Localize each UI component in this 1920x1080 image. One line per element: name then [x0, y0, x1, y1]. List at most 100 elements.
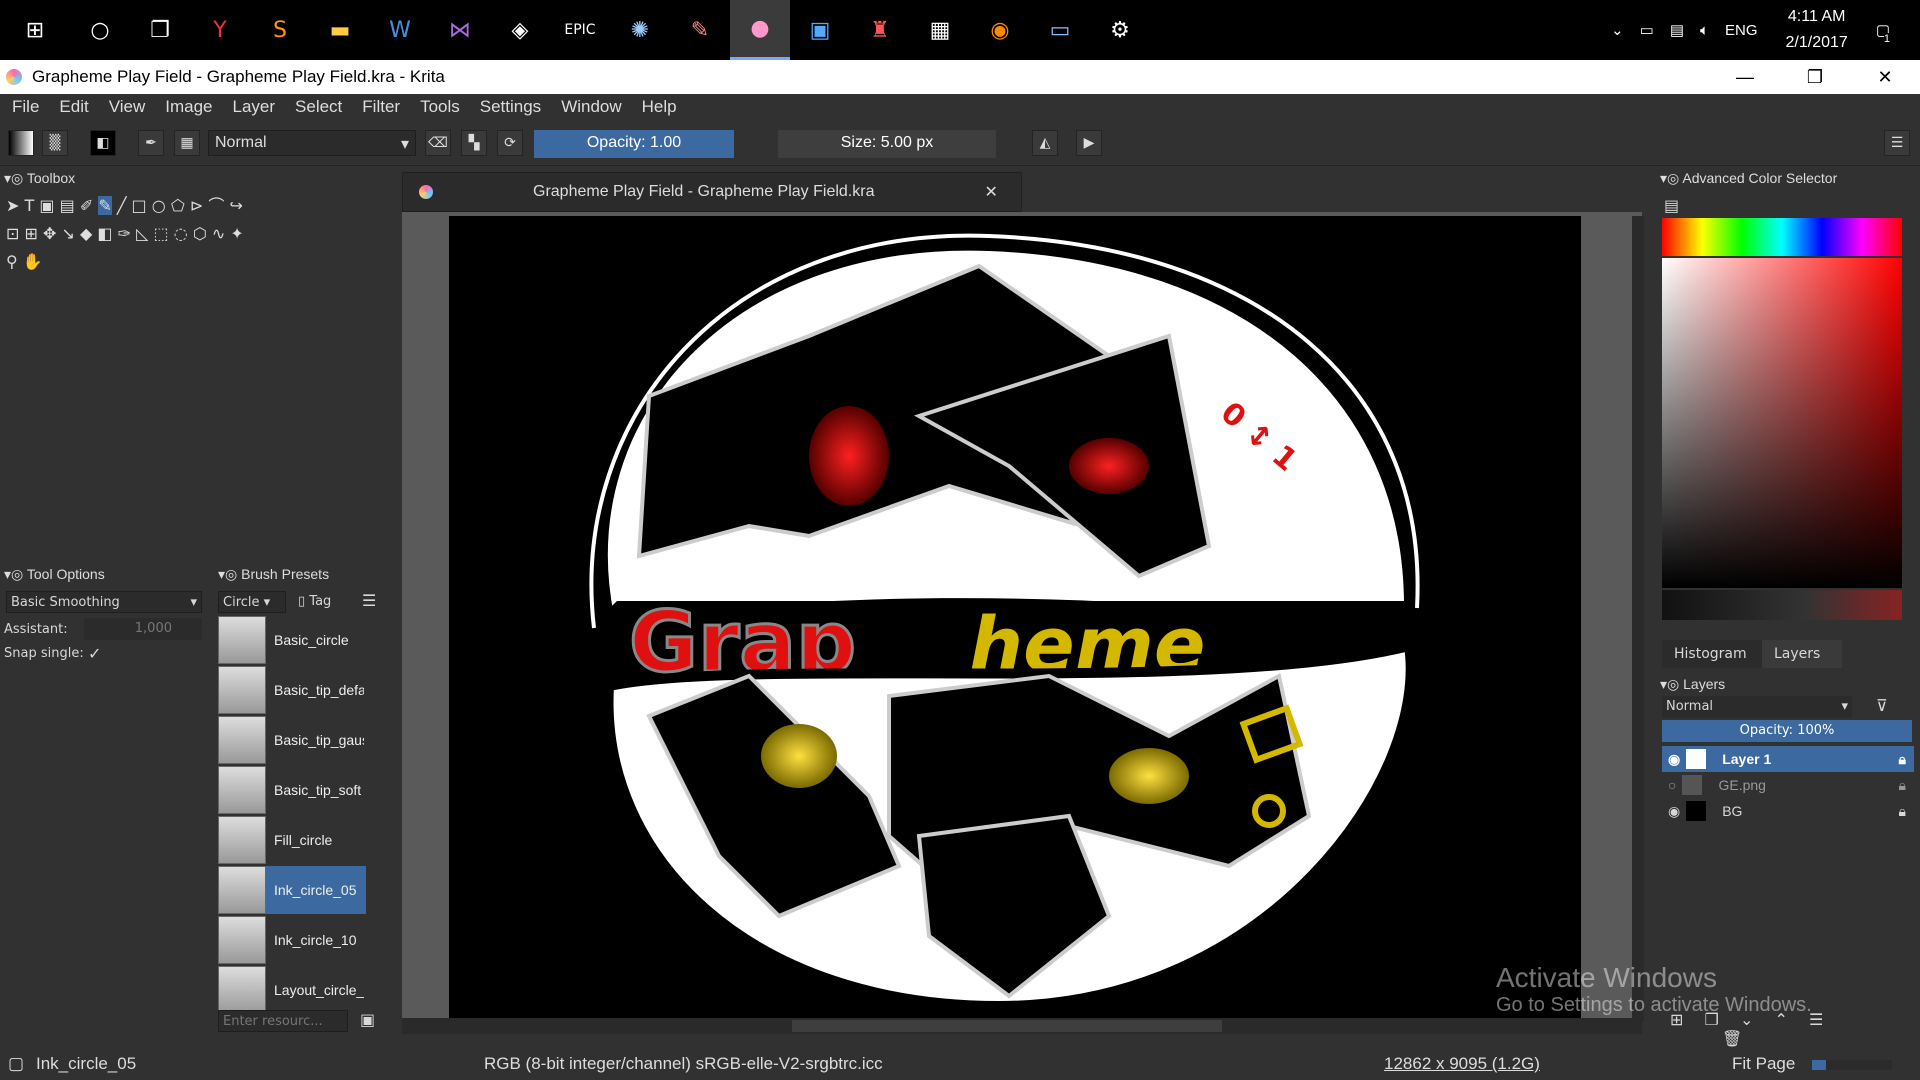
chevron-up-icon[interactable]: ⌄: [1611, 21, 1624, 39]
brush-options-icon[interactable]: ☰: [362, 591, 376, 610]
visual-studio-icon[interactable]: ⋈: [430, 0, 490, 60]
eye-icon[interactable]: ◉: [1668, 751, 1680, 768]
assistant-tool-icon[interactable]: ◺: [136, 224, 148, 243]
fill-tool-icon[interactable]: ◆: [80, 224, 92, 243]
transform-tool-icon[interactable]: ⊞: [25, 224, 38, 243]
yandex-icon[interactable]: Y: [190, 0, 250, 60]
pycharm-icon[interactable]: ✺: [610, 0, 670, 60]
eraser-icon[interactable]: ⌫: [425, 130, 451, 156]
minimize-button[interactable]: —: [1710, 60, 1780, 94]
pattern-tool-icon[interactable]: ▤: [60, 196, 75, 215]
zoom-slider[interactable]: [1812, 1060, 1892, 1070]
drawing-canvas[interactable]: 0 ↕ 1 Grap heme: [449, 216, 1581, 1018]
freehand-select-icon[interactable]: ∿: [212, 224, 225, 243]
freehand-path-icon[interactable]: ↪: [229, 196, 242, 215]
delete-layer-icon[interactable]: 🗑︎: [1722, 1029, 1742, 1048]
bezier-tool-icon[interactable]: ⌒: [208, 196, 224, 215]
tab-layers[interactable]: Layers: [1762, 640, 1842, 668]
assistant-input[interactable]: 1,000: [84, 618, 202, 640]
menu-filter[interactable]: Filter: [362, 97, 400, 117]
zoom-mode[interactable]: Fit Page: [1732, 1054, 1795, 1074]
mirror-horizontal-icon[interactable]: ◭: [1032, 130, 1058, 156]
movie-maker-icon[interactable]: ▦: [910, 0, 970, 60]
krita-icon[interactable]: ●: [730, 0, 790, 60]
rect-select-icon[interactable]: ⬚: [154, 224, 169, 243]
fg-bg-color-icon[interactable]: ◧: [90, 130, 116, 156]
measure-tool-icon[interactable]: ↘: [62, 224, 75, 243]
smoothing-select[interactable]: Basic Smoothing ▾: [6, 591, 202, 613]
size-slider[interactable]: Size: 5.00 px: [778, 130, 996, 158]
freehand-brush-icon[interactable]: ✎: [98, 196, 112, 215]
eye-off-icon[interactable]: ○: [1668, 777, 1676, 793]
brush-preset-item[interactable]: Basic_tip_gaussian: [218, 716, 366, 764]
menu-settings[interactable]: Settings: [480, 97, 541, 117]
menu-view[interactable]: View: [109, 97, 146, 117]
text-tool-icon[interactable]: T: [25, 196, 35, 215]
color-history-strip[interactable]: [1662, 590, 1902, 620]
toolbar-menu-icon[interactable]: ☰: [1884, 130, 1910, 156]
menu-layer[interactable]: Layer: [233, 97, 276, 117]
pattern-icon[interactable]: ▒: [42, 130, 68, 156]
polygon-tool-icon[interactable]: ⬠: [171, 196, 185, 215]
layer-row[interactable]: ◉ BG 🔒︎: [1662, 798, 1914, 824]
polygon-select-icon[interactable]: ⬡: [193, 224, 207, 243]
saturation-value-square[interactable]: [1662, 258, 1902, 588]
alpha-lock-icon[interactable]: ▚: [461, 130, 487, 156]
menu-image[interactable]: Image: [165, 97, 212, 117]
tab-histogram[interactable]: Histogram: [1662, 640, 1762, 668]
zoom-tool-icon[interactable]: ⚲: [6, 252, 18, 271]
layer-opacity-slider[interactable]: Opacity: 100%: [1662, 720, 1912, 742]
layer-row[interactable]: ○ GE.png 🔒︎: [1662, 772, 1914, 798]
magic-wand-icon[interactable]: ✦: [230, 224, 243, 243]
color-selector-menu-icon[interactable]: ▤: [1664, 196, 1679, 215]
line-tool-icon[interactable]: ╱: [117, 196, 127, 215]
select-tool-icon[interactable]: ➤: [6, 196, 19, 215]
battery-icon[interactable]: ▭: [1640, 21, 1654, 39]
workspace-icon[interactable]: ▦: [174, 130, 200, 156]
brush-filter-select[interactable]: Circle ▾: [218, 591, 286, 613]
brush-tag-button[interactable]: ▯ Tag: [294, 591, 354, 613]
close-tab-icon[interactable]: ✕: [984, 182, 997, 202]
store-icon[interactable]: ▣: [790, 0, 850, 60]
filter-icon[interactable]: ⊽: [1876, 696, 1888, 715]
brush-preset-item[interactable]: Basic_tip_default: [218, 666, 366, 714]
brush-preset-item-selected[interactable]: Ink_circle_05: [218, 866, 366, 914]
opacity-slider[interactable]: Opacity: 1.00: [534, 130, 734, 158]
menu-edit[interactable]: Edit: [59, 97, 88, 117]
move-tool-icon[interactable]: ✥: [43, 224, 56, 243]
epic-games-icon[interactable]: EPIC: [550, 0, 610, 60]
gradient-tool-icon[interactable]: ◧: [97, 224, 112, 243]
word-icon[interactable]: W: [370, 0, 430, 60]
menu-select[interactable]: Select: [295, 97, 342, 117]
image-tool-icon[interactable]: ▣: [39, 196, 54, 215]
brush-preset-item[interactable]: Basic_tip_soft: [218, 766, 366, 814]
pan-tool-icon[interactable]: ✋: [23, 252, 43, 271]
lock-icon[interactable]: 🔒︎: [1899, 803, 1906, 820]
cortana-icon[interactable]: ○: [70, 0, 130, 60]
restore-button[interactable]: ❐: [1780, 60, 1850, 94]
rectangle-tool-icon[interactable]: □: [132, 196, 147, 215]
mirror-vertical-icon[interactable]: ▶: [1076, 130, 1102, 156]
color-picker-icon[interactable]: ✑: [118, 224, 131, 243]
language-indicator[interactable]: ENG: [1725, 22, 1758, 39]
brush-preset-item[interactable]: Layout_circle_s: [218, 966, 366, 1014]
task-view-icon[interactable]: ❐: [130, 0, 190, 60]
network-icon[interactable]: ▤: [1670, 21, 1684, 39]
unity-icon[interactable]: ◈: [490, 0, 550, 60]
notification-icon[interactable]: ▢ 1: [1876, 21, 1890, 45]
close-button[interactable]: ✕: [1850, 60, 1920, 94]
save-icon[interactable]: ▣: [360, 1010, 375, 1029]
blend-mode-select[interactable]: Normal ▾: [208, 130, 416, 156]
menu-help[interactable]: Help: [642, 97, 677, 117]
brush-preset-item[interactable]: Fill_circle: [218, 816, 366, 864]
explorer-icon[interactable]: ▬: [310, 0, 370, 60]
hue-strip[interactable]: [1662, 218, 1902, 256]
layer-blend-select[interactable]: Normal ▾: [1662, 696, 1852, 718]
paint-icon[interactable]: ✎: [670, 0, 730, 60]
clock[interactable]: 4:11 AM 2/1/2017: [1786, 4, 1848, 56]
layer-row-selected[interactable]: ◉ Layer 1 🔒︎: [1662, 746, 1914, 772]
menu-window[interactable]: Window: [561, 97, 621, 117]
popcorn-icon[interactable]: ♜: [850, 0, 910, 60]
brush-preset-icon[interactable]: ✒: [138, 130, 164, 156]
brush-preset-item[interactable]: Ink_circle_10: [218, 916, 366, 964]
